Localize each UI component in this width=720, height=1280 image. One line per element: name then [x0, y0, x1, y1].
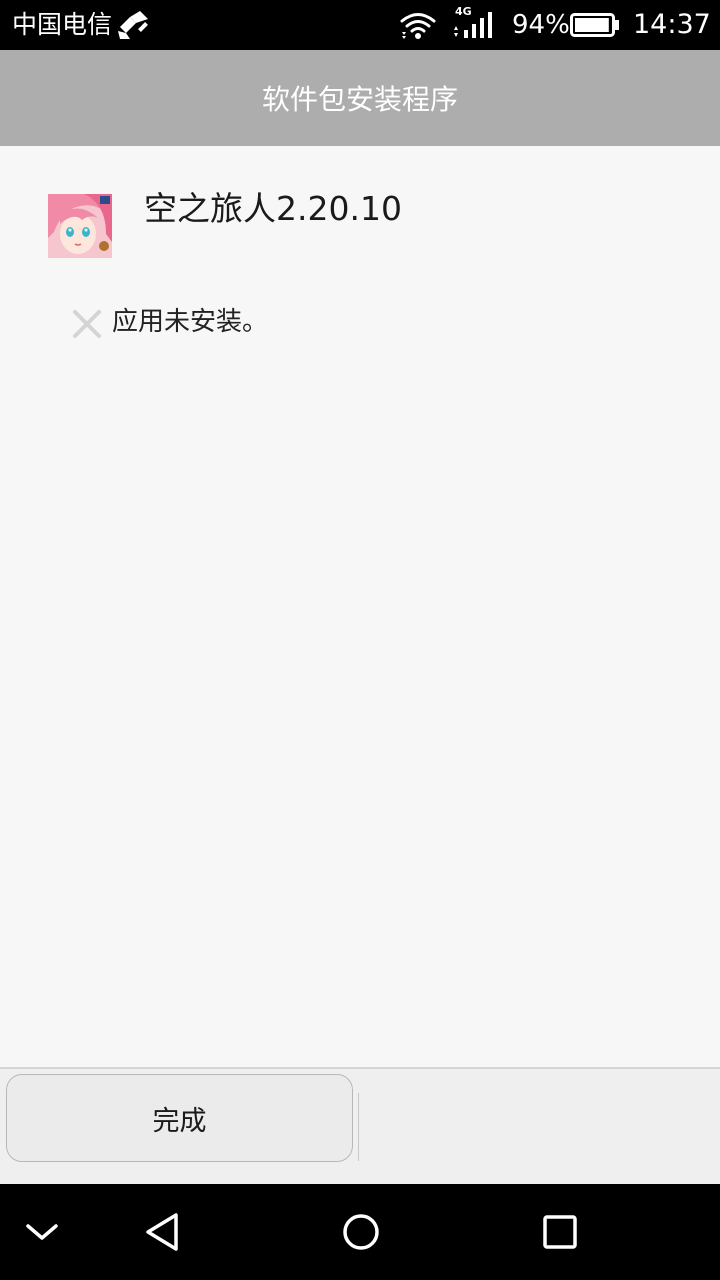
page-title: 软件包安装程序 [261, 83, 458, 116]
title-bar: 软件包安装程序 [0, 50, 720, 146]
recents-icon [543, 1215, 577, 1249]
back-icon [146, 1213, 178, 1251]
signal-icon [454, 12, 492, 38]
battery-icon [570, 13, 619, 37]
battery-percent: 94% [512, 10, 570, 40]
usb-debug-icon [118, 11, 148, 39]
button-divider [358, 1093, 359, 1161]
carrier-name: 中国电信 [12, 10, 113, 39]
recents-button[interactable] [520, 1184, 600, 1280]
back-button[interactable] [122, 1184, 202, 1280]
collapse-button[interactable] [2, 1184, 82, 1280]
status-bar: 中国电信 4G 94% 14:37 [0, 0, 720, 50]
navigation-bar [0, 1184, 720, 1280]
collapse-icon [26, 1224, 58, 1240]
wifi-icon [400, 13, 436, 39]
done-button[interactable]: 完成 [6, 1074, 353, 1162]
home-icon [343, 1214, 379, 1250]
action-bar: 完成 [0, 1067, 720, 1184]
clock: 14:37 [633, 9, 711, 40]
app-name: 空之旅人2.20.10 [144, 189, 402, 228]
close-icon [73, 310, 101, 338]
home-button[interactable] [321, 1184, 401, 1280]
app-icon [48, 194, 112, 258]
install-status-message: 应用未安装。 [112, 307, 269, 337]
